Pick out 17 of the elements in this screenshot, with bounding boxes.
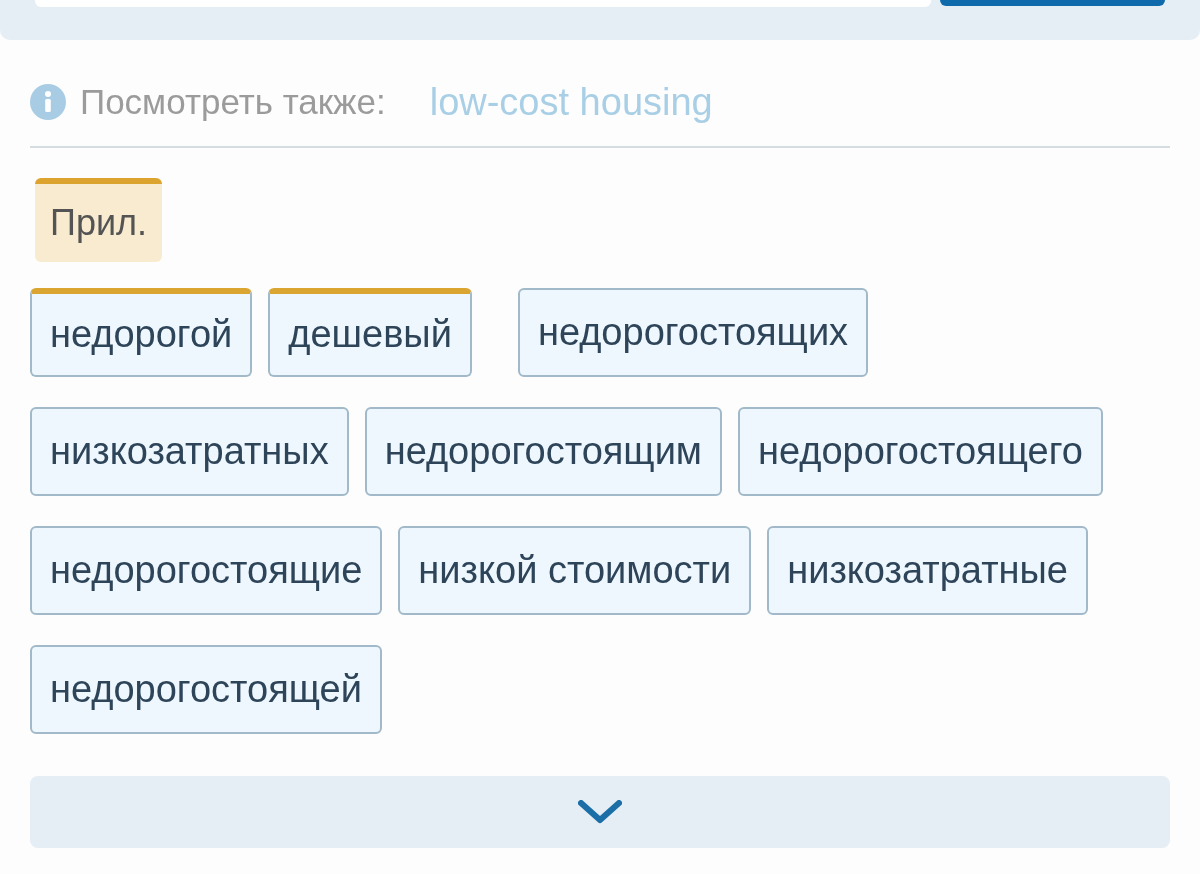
info-icon (30, 84, 66, 120)
translation-chip[interactable]: низкой стоимости (398, 526, 752, 615)
chevron-down-icon (578, 800, 622, 824)
translation-chip[interactable]: недорогостоящих (517, 288, 869, 377)
search-field[interactable] (35, 0, 931, 7)
translation-chip[interactable]: низкозатратных (30, 407, 349, 496)
search-button[interactable] (940, 0, 1165, 6)
translation-chip[interactable]: недорогостоящего (738, 407, 1103, 496)
translation-chip[interactable]: недорогостоящим (364, 407, 722, 496)
translation-chip[interactable]: недорогостоящей (30, 645, 382, 734)
part-of-speech-tag: Прил. (35, 178, 162, 262)
translation-chip[interactable]: недорогостоящие (30, 526, 383, 615)
translation-chip[interactable]: дешевый (268, 288, 472, 377)
see-also-label: Посмотреть также: (80, 80, 386, 123)
expand-button[interactable] (30, 776, 1170, 848)
translation-chip[interactable]: недорогой (30, 288, 253, 377)
translation-chip[interactable]: низкозатратные (767, 526, 1088, 615)
